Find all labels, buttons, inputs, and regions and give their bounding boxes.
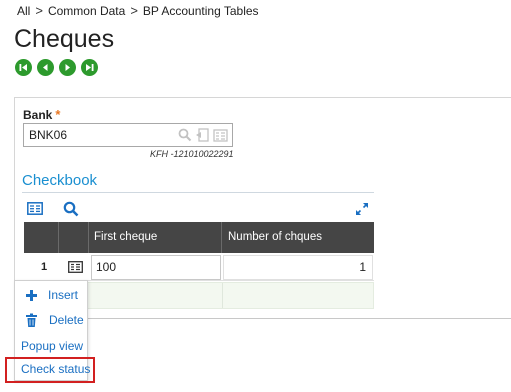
bank-field[interactable]: BNK06 xyxy=(23,123,233,147)
table-row-new[interactable] xyxy=(87,282,374,309)
previous-record-button[interactable] xyxy=(37,59,54,76)
bank-account-subtext: KFH -121010022291 xyxy=(150,149,234,159)
last-record-button[interactable] xyxy=(81,59,98,76)
section-divider xyxy=(22,192,374,193)
trash-icon xyxy=(26,313,37,327)
header-cell-actions xyxy=(59,222,89,253)
record-navigation xyxy=(15,59,98,76)
next-record-button[interactable] xyxy=(59,59,76,76)
plus-icon xyxy=(26,290,37,301)
breadcrumb-all[interactable]: All xyxy=(17,4,30,18)
menu-item-insert-label: Insert xyxy=(48,288,79,302)
table-row: 1 100 1 xyxy=(24,254,374,281)
menu-item-popup-view-label: Popup view xyxy=(21,339,84,353)
column-header-number-of-cheques: Number of chques xyxy=(228,231,322,243)
first-record-button[interactable] xyxy=(15,59,32,76)
open-record-icon[interactable] xyxy=(196,128,209,142)
grid-header: First cheque Number of chques xyxy=(24,222,374,253)
menu-item-delete[interactable]: Delete xyxy=(15,313,87,329)
last-icon xyxy=(86,64,94,71)
row-divider xyxy=(222,283,223,308)
details-icon[interactable] xyxy=(213,128,228,142)
search-icon[interactable] xyxy=(178,128,192,142)
breadcrumb-common-data[interactable]: Common Data xyxy=(48,4,125,18)
first-icon xyxy=(19,64,27,71)
number-of-cheques-cell[interactable]: 1 xyxy=(223,255,373,280)
menu-item-check-status[interactable]: Check status xyxy=(21,362,90,376)
checkbook-section-title: Checkbook xyxy=(22,172,98,189)
bank-field-icons xyxy=(178,128,228,142)
menu-item-popup-view[interactable]: Popup view xyxy=(15,339,87,355)
page-title: Cheques xyxy=(14,25,115,53)
row-menu-icon[interactable] xyxy=(68,261,83,273)
breadcrumb-bp-accounting-tables[interactable]: BP Accounting Tables xyxy=(143,4,259,18)
column-header-first-cheque: First cheque xyxy=(94,231,158,243)
next-icon xyxy=(65,64,70,71)
bank-field-value: BNK06 xyxy=(29,128,68,142)
previous-icon xyxy=(43,64,48,71)
grid-search-icon[interactable] xyxy=(63,201,79,217)
card-view-icon[interactable] xyxy=(27,202,43,215)
bank-label: Bank * xyxy=(23,107,60,122)
bank-label-text: Bank xyxy=(23,108,53,122)
row-number: 1 xyxy=(41,261,48,273)
menu-item-delete-label: Delete xyxy=(49,313,84,327)
breadcrumb: All > Common Data > BP Accounting Tables xyxy=(17,3,259,18)
first-cheque-cell[interactable]: 100 xyxy=(91,255,221,280)
required-marker: * xyxy=(55,107,61,122)
breadcrumb-separator: > xyxy=(35,3,43,18)
menu-item-insert[interactable]: Insert xyxy=(15,288,87,304)
header-cell-row-number xyxy=(24,222,59,253)
expand-icon[interactable] xyxy=(355,202,369,216)
breadcrumb-separator: > xyxy=(130,3,138,18)
